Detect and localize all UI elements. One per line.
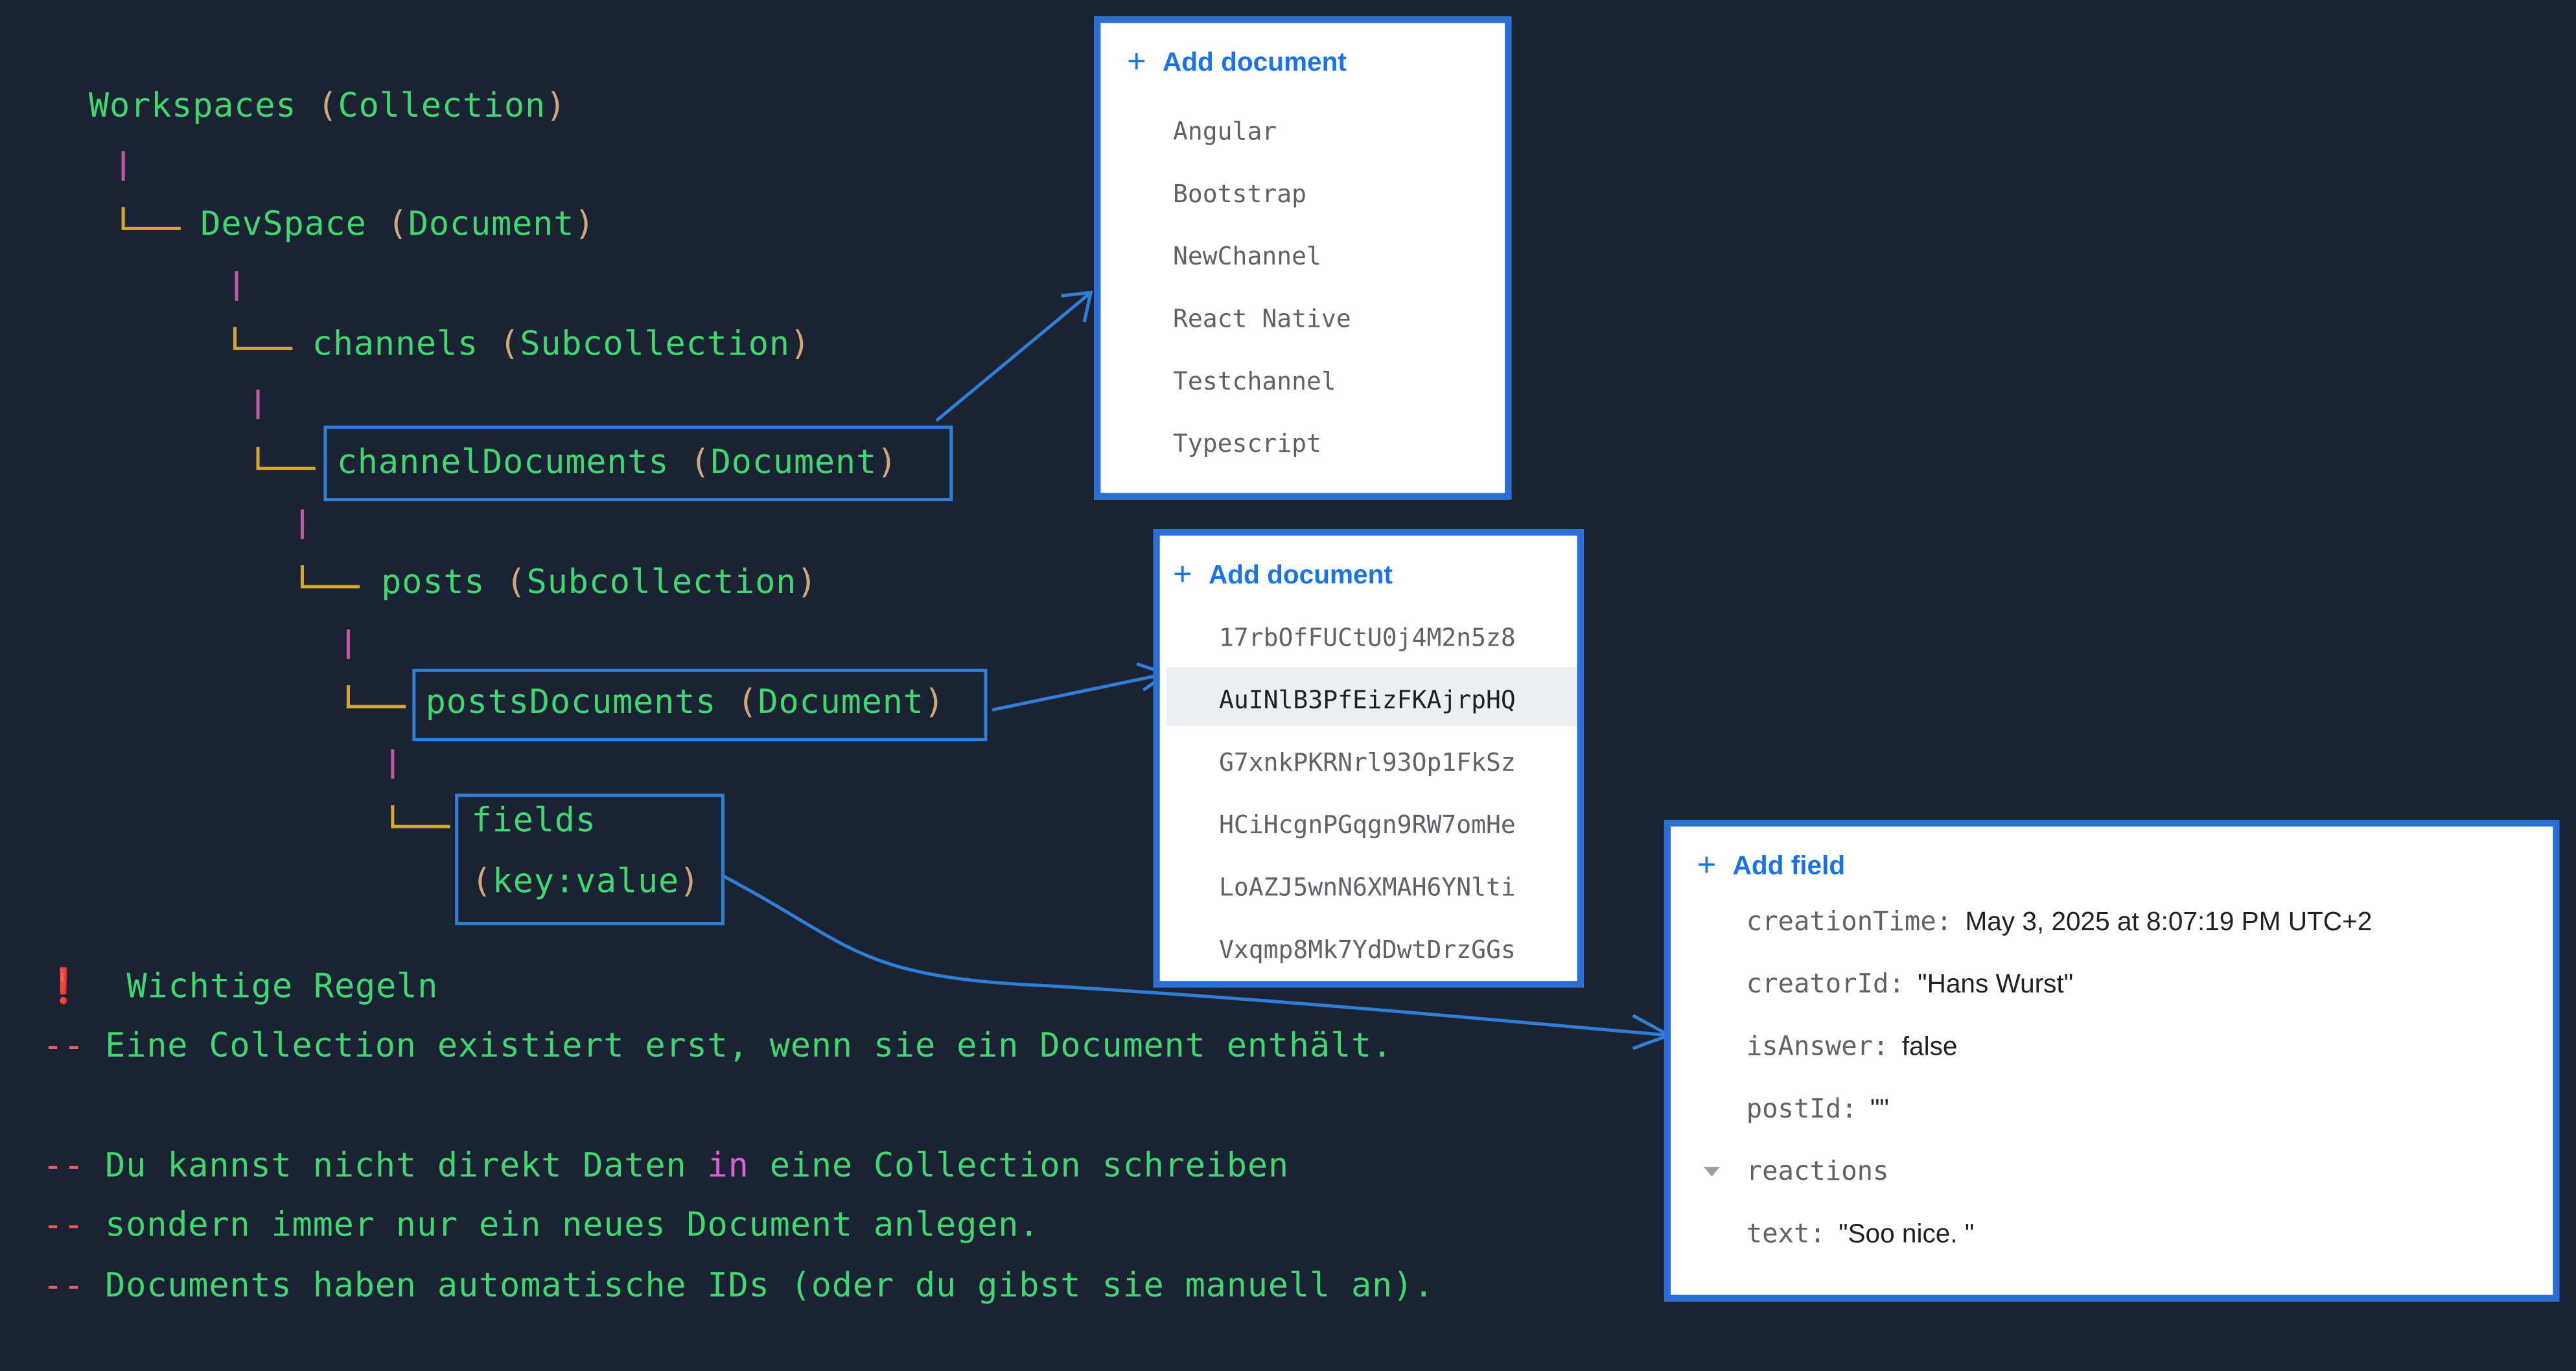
list-item[interactable]: HCiHcgnPGqgn9RW7omHe — [1219, 810, 1516, 840]
elbow-5 — [346, 685, 406, 709]
add-document-button[interactable]: + Add document — [1173, 556, 1393, 593]
list-item[interactable]: Bootstrap — [1173, 179, 1306, 209]
list-item[interactable]: Vxqmp8Mk7YdDwtDrzGGs — [1219, 935, 1516, 965]
plus-icon: + — [1127, 44, 1146, 81]
add-document-button[interactable]: + Add document — [1127, 43, 1347, 80]
plus-icon: + — [1697, 848, 1717, 884]
arrow-posts — [992, 672, 1167, 712]
rules-line-4: -- Documents haben automatische IDs (ode… — [42, 1265, 1435, 1305]
node-posts: posts (Subcollection) — [381, 561, 818, 602]
rules-line-3: -- sondern immer nur ein neues Document … — [42, 1204, 1040, 1244]
list-item[interactable]: React Native — [1173, 304, 1351, 334]
rules-line-1: -- Eine Collection existiert erst, wenn … — [42, 1025, 1393, 1065]
field-row[interactable]: isAnswer: false — [1746, 1030, 1958, 1063]
list-item[interactable]: LoAZJ5wnN6XMAH6YNlti — [1219, 873, 1516, 902]
field-row[interactable]: creatorId: "Hans Wurst" — [1746, 968, 2073, 1001]
elbow-1 — [121, 207, 181, 230]
node-channels: channels (Subcollection) — [312, 323, 811, 364]
elbow-3 — [256, 447, 316, 471]
field-row[interactable]: postId: "" — [1746, 1093, 1889, 1126]
node-fields-kind: (key:value) — [471, 861, 701, 901]
pipe-2 — [235, 271, 238, 301]
field-row[interactable]: creationTime: May 3, 2025 at 8:07:19 PM U… — [1746, 906, 2373, 939]
diagram-canvas: Workspaces (Collection) DevSpace (Docume… — [0, 0, 2576, 1370]
add-field-button[interactable]: + Add field — [1697, 847, 1845, 884]
node-channel-documents: channelDocuments (Document) — [336, 441, 898, 482]
list-item[interactable]: 17rbOfFUCtU0j4M2n5z8 — [1219, 623, 1516, 653]
elbow-6 — [391, 805, 450, 828]
elbow-2 — [233, 327, 293, 350]
node-posts-documents: postsDocuments (Document) — [425, 682, 945, 721]
posts-document-panel: + Add document 17rbOfFUCtU0j4M2n5z8 AuINl… — [1153, 529, 1584, 988]
node-fields: fields — [471, 800, 596, 840]
pipe-3 — [256, 389, 260, 419]
expand-caret-icon[interactable] — [1703, 1166, 1721, 1177]
list-item[interactable]: Testchannel — [1173, 366, 1336, 396]
node-devspace: DevSpace (Document) — [200, 204, 596, 244]
rules-heading: ❗ Wichtige Regeln — [42, 966, 439, 1006]
warning-icon: ❗ — [42, 966, 86, 1006]
plus-icon: + — [1172, 557, 1192, 594]
node-workspaces: Workspaces (Collection) — [88, 85, 567, 125]
list-item[interactable]: Typescript — [1173, 429, 1321, 459]
pipe-6 — [391, 749, 395, 779]
rules-line-2: -- Du kannst nicht direkt Daten in eine … — [42, 1145, 1289, 1185]
arrow-channels — [935, 291, 1092, 422]
list-item[interactable]: Angular — [1173, 117, 1277, 146]
pipe-5 — [346, 629, 350, 659]
pipe-1 — [121, 151, 125, 181]
elbow-4 — [300, 565, 360, 589]
list-item[interactable]: G7xnkPKRNrl93Op1FkSz — [1219, 747, 1516, 777]
pipe-4 — [300, 509, 304, 539]
list-item-selected[interactable]: AuINlB3PfEizFKAjrpHQ — [1219, 685, 1516, 715]
fields-panel: + Add field creationTime: May 3, 2025 at 8… — [1664, 819, 2560, 1302]
list-item[interactable]: NewChannel — [1173, 242, 1321, 272]
field-row[interactable]: text: "Soo nice. " — [1746, 1217, 1975, 1250]
field-row-reactions[interactable]: reactions — [1746, 1155, 1889, 1186]
channels-document-panel: + Add document Angular Bootstrap NewChann… — [1094, 16, 1512, 500]
